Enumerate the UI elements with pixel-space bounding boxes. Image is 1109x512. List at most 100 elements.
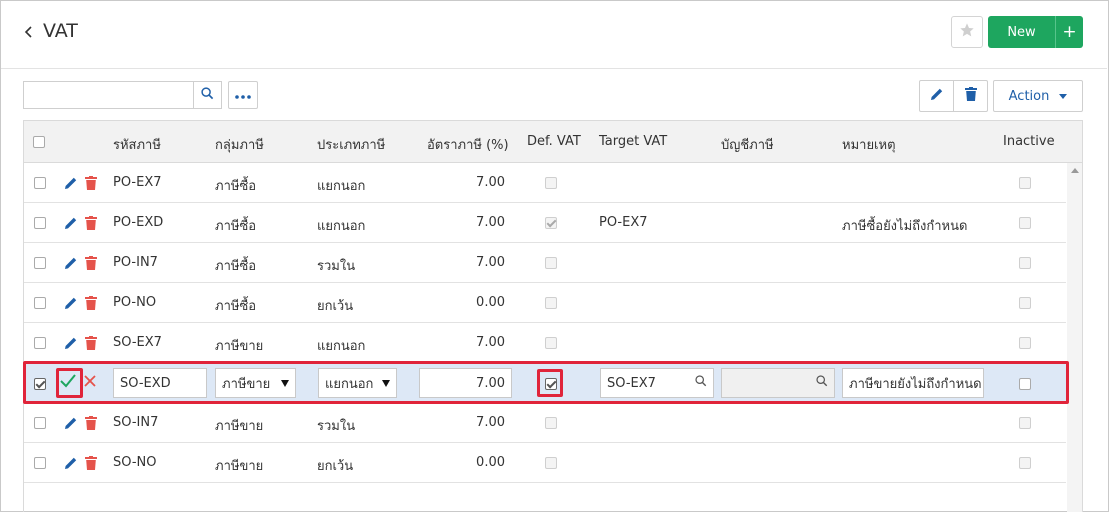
type-select-value: แยกนอก — [325, 376, 374, 392]
edit-pencil-icon[interactable] — [64, 296, 78, 310]
cell-inactive-checkbox — [1019, 417, 1031, 429]
cell-rate: 7.00 — [476, 255, 505, 270]
cell-type: รวมใน — [317, 419, 356, 434]
cell-group: ภาษีซื้อ — [215, 219, 257, 234]
search-icon[interactable] — [695, 375, 707, 391]
cell-code: PO-EX7 — [113, 175, 162, 190]
group-select[interactable]: ภาษีขาย — [215, 368, 296, 398]
target-vat-field[interactable]: SO-EX7 — [600, 368, 714, 398]
edit-pencil-icon[interactable] — [64, 336, 78, 350]
col-header-inactive[interactable]: Inactive — [1003, 134, 1055, 149]
delete-trash-icon[interactable] — [85, 176, 99, 190]
cell-def-vat-checkbox — [545, 457, 557, 469]
note-field[interactable]: ภาษีขายยังไม่ถึงกำหนด — [842, 368, 984, 398]
cell-type: รวมใน — [317, 259, 356, 274]
delete-trash-icon[interactable] — [85, 336, 99, 350]
cell-note: ภาษีซื้อยังไม่ถึงกำหนด — [842, 219, 968, 234]
cell-rate: 7.00 — [476, 335, 505, 350]
pencil-icon — [930, 87, 944, 105]
favorite-button[interactable] — [951, 16, 983, 48]
table-row-editing: SO-EXD ภาษีขาย แยกนอก 7.00 SO-EX7 ภาษีขา… — [24, 363, 1066, 403]
row-select-checkbox[interactable] — [34, 337, 46, 349]
cell-rate: 0.00 — [476, 455, 505, 470]
row-select-checkbox[interactable] — [34, 297, 46, 309]
bulk-edit-button[interactable] — [919, 80, 954, 112]
search-icon — [201, 86, 214, 104]
row-select-checkbox[interactable] — [34, 378, 46, 390]
delete-trash-icon[interactable] — [85, 456, 99, 470]
col-header-account[interactable]: บัญชีภาษี — [721, 134, 774, 155]
new-button-label: New — [988, 16, 1056, 48]
code-field[interactable]: SO-EXD — [113, 368, 207, 398]
row-select-checkbox[interactable] — [34, 257, 46, 269]
group-select-value: ภาษีขาย — [222, 376, 271, 392]
cell-code: SO-IN7 — [113, 415, 159, 430]
cell-group: ภาษีขาย — [215, 459, 264, 474]
table-header: รหัสภาษี กลุ่มภาษี ประเภทภาษี อัตราภาษี … — [24, 121, 1082, 163]
cell-code: PO-IN7 — [113, 255, 158, 270]
dropdown-arrow-icon — [281, 379, 289, 387]
cell-def-vat-checkbox — [545, 217, 557, 229]
caret-down-icon — [1059, 93, 1068, 99]
type-select[interactable]: แยกนอก — [318, 368, 397, 398]
col-header-target-vat[interactable]: Target VAT — [599, 134, 667, 149]
select-all-checkbox[interactable] — [33, 136, 45, 148]
edit-pencil-icon[interactable] — [64, 416, 78, 430]
table-row: SO-EX7 ภาษีขาย แยกนอก 7.00 — [24, 323, 1066, 363]
delete-trash-icon[interactable] — [85, 216, 99, 230]
inactive-checkbox[interactable] — [1019, 378, 1031, 390]
action-dropdown[interactable]: Action — [993, 80, 1083, 112]
row-select-checkbox[interactable] — [34, 417, 46, 429]
cell-inactive-checkbox — [1019, 217, 1031, 229]
header-divider — [1, 68, 1107, 69]
rate-field[interactable]: 7.00 — [419, 368, 512, 398]
cell-inactive-checkbox — [1019, 257, 1031, 269]
table-row: PO-EX7 ภาษีซื้อ แยกนอก 7.00 — [24, 163, 1066, 203]
edit-pencil-icon[interactable] — [64, 176, 78, 190]
row-select-checkbox[interactable] — [34, 457, 46, 469]
cell-code: PO-EXD — [113, 215, 164, 230]
plus-icon[interactable]: + — [1056, 16, 1083, 48]
search-input[interactable] — [23, 81, 194, 109]
col-header-rate[interactable]: อัตราภาษี (%) — [427, 134, 509, 155]
cell-type: ยกเว้น — [317, 299, 354, 314]
cell-inactive-checkbox — [1019, 337, 1031, 349]
cell-group: ภาษีซื้อ — [215, 259, 257, 274]
account-field[interactable] — [721, 368, 835, 398]
col-header-type[interactable]: ประเภทภาษี — [317, 134, 385, 155]
search-icon[interactable] — [816, 375, 828, 391]
cell-group: ภาษีขาย — [215, 339, 264, 354]
cell-code: SO-NO — [113, 455, 157, 470]
table-row: SO-NO ภาษีขาย ยกเว้น 0.00 — [24, 443, 1066, 483]
table-row: PO-IN7 ภาษีซื้อ รวมใน 7.00 — [24, 243, 1066, 283]
new-button[interactable]: New + — [988, 16, 1083, 48]
search-button[interactable] — [193, 81, 222, 109]
row-select-checkbox[interactable] — [34, 177, 46, 189]
delete-trash-icon[interactable] — [85, 296, 99, 310]
cancel-x-icon[interactable] — [84, 375, 96, 391]
edit-pencil-icon[interactable] — [64, 256, 78, 270]
action-label: Action — [1008, 88, 1050, 104]
col-header-note[interactable]: หมายเหตุ — [842, 134, 896, 155]
delete-trash-icon[interactable] — [85, 416, 99, 430]
def-vat-checkbox[interactable] — [545, 378, 557, 390]
scroll-up-arrow-icon[interactable] — [1071, 168, 1079, 173]
confirm-check-icon[interactable] — [59, 372, 77, 394]
back-chevron-icon[interactable] — [22, 22, 36, 42]
delete-trash-icon[interactable] — [85, 256, 99, 270]
edit-pencil-icon[interactable] — [64, 216, 78, 230]
col-header-group[interactable]: กลุ่มภาษี — [215, 134, 264, 155]
table-row: SO-IN7 ภาษีขาย รวมใน 7.00 — [24, 403, 1066, 443]
cell-def-vat-checkbox — [545, 337, 557, 349]
vat-table: รหัสภาษี กลุ่มภาษี ประเภทภาษี อัตราภาษี … — [23, 120, 1083, 512]
row-select-checkbox[interactable] — [34, 217, 46, 229]
cell-type: แยกนอก — [317, 219, 366, 234]
edit-pencil-icon[interactable] — [64, 456, 78, 470]
col-header-code[interactable]: รหัสภาษี — [113, 134, 161, 155]
cell-rate: 0.00 — [476, 295, 505, 310]
more-options-button[interactable] — [228, 81, 258, 109]
vertical-scrollbar[interactable] — [1067, 163, 1082, 512]
bulk-delete-button[interactable] — [953, 80, 988, 112]
cell-type: แยกนอก — [317, 339, 366, 354]
col-header-def-vat[interactable]: Def. VAT — [527, 134, 581, 149]
